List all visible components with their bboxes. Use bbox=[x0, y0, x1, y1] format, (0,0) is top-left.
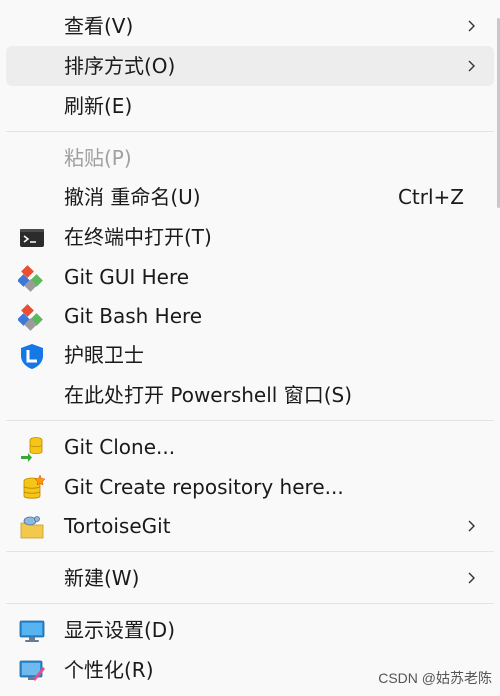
context-menu: 查看(V) 排序方式(O) 刷新(E) 粘贴(P) 撤消 重命名(U) Ctrl… bbox=[0, 0, 500, 696]
menu-item-new[interactable]: 新建(W) bbox=[6, 558, 494, 598]
menu-item-undo-rename[interactable]: 撤消 重命名(U) Ctrl+Z bbox=[6, 177, 494, 217]
menu-item-label: 刷新(E) bbox=[64, 94, 133, 118]
menu-item-shortcut: Ctrl+Z bbox=[397, 185, 464, 209]
git-clone-icon bbox=[21, 437, 43, 462]
menu-item-git-clone[interactable]: Git Clone... bbox=[6, 427, 494, 467]
chevron-right-icon bbox=[468, 520, 475, 532]
menu-item-label: 撤消 重命名(U) bbox=[64, 185, 201, 209]
chevron-right-icon bbox=[468, 60, 475, 72]
menu-separator bbox=[6, 131, 494, 132]
menu-item-label: 显示设置(D) bbox=[64, 618, 176, 642]
personalize-icon bbox=[19, 660, 45, 681]
menu-item-git-create-repo[interactable]: Git Create repository here... bbox=[6, 467, 494, 507]
menu-item-label: 护眼卫士 bbox=[64, 343, 144, 367]
chevron-right-icon bbox=[468, 572, 475, 584]
menu-item-git-bash[interactable]: Git Bash Here bbox=[6, 296, 494, 336]
menu-separator bbox=[6, 420, 494, 421]
menu-item-label: 查看(V) bbox=[64, 14, 134, 38]
menu-item-label: 个性化(R) bbox=[64, 658, 154, 682]
menu-item-label: 粘贴(P) bbox=[64, 146, 132, 170]
tortoisegit-icon bbox=[20, 516, 44, 539]
menu-item-label: Git Bash Here bbox=[64, 304, 203, 328]
menu-item-view[interactable]: 查看(V) bbox=[6, 6, 494, 46]
menu-item-refresh[interactable]: 刷新(E) bbox=[6, 86, 494, 126]
git-icon bbox=[18, 304, 43, 331]
menu-item-tortoisegit[interactable]: TortoiseGit bbox=[6, 506, 494, 546]
menu-separator bbox=[6, 551, 494, 552]
menu-item-eye-guard[interactable]: 护眼卫士 bbox=[6, 335, 494, 375]
menu-item-git-gui[interactable]: Git GUI Here bbox=[6, 257, 494, 297]
git-icon bbox=[18, 265, 43, 292]
menu-item-label: Git Clone... bbox=[64, 435, 176, 459]
menu-separator bbox=[6, 603, 494, 604]
menu-item-label: Git GUI Here bbox=[64, 265, 190, 289]
menu-item-open-terminal[interactable]: 在终端中打开(T) bbox=[6, 217, 494, 257]
terminal-icon bbox=[20, 229, 44, 247]
menu-item-paste[interactable]: 粘贴(P) bbox=[6, 138, 494, 178]
watermark: CSDN @姑苏老陈 bbox=[378, 670, 492, 686]
menu-item-label: TortoiseGit bbox=[64, 514, 171, 538]
menu-item-label: 新建(W) bbox=[64, 566, 140, 590]
display-settings-icon bbox=[19, 620, 45, 642]
menu-item-open-powershell[interactable]: 在此处打开 Powershell 窗口(S) bbox=[6, 375, 494, 415]
menu-item-display-settings[interactable]: 显示设置(D) bbox=[6, 610, 494, 650]
menu-item-label: 排序方式(O) bbox=[64, 54, 176, 78]
chevron-right-icon bbox=[468, 20, 475, 32]
eye-guard-icon bbox=[21, 344, 43, 369]
menu-item-label: 在终端中打开(T) bbox=[64, 225, 212, 249]
menu-item-label: Git Create repository here... bbox=[64, 475, 344, 499]
menu-item-label: 在此处打开 Powershell 窗口(S) bbox=[64, 383, 352, 407]
git-create-repo-icon bbox=[23, 474, 46, 499]
menu-item-sort-by[interactable]: 排序方式(O) bbox=[6, 46, 494, 86]
